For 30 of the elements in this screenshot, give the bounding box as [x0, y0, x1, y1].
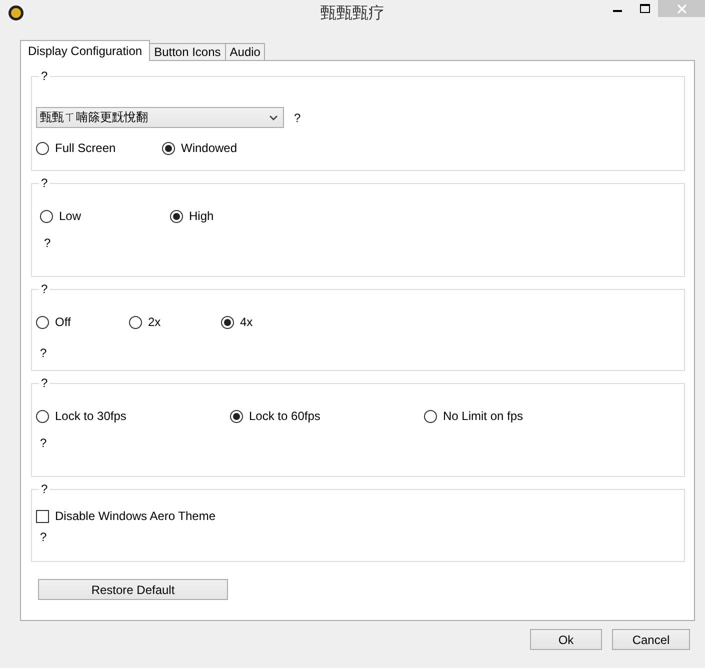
restore-default-button[interactable]: Restore Default — [38, 579, 228, 600]
group-title: ? — [39, 176, 50, 190]
radio-button[interactable]: 4x — [221, 315, 321, 329]
tab[interactable]: Audio — [224, 43, 266, 61]
help-text: ? — [40, 346, 48, 360]
window-title: 甄甄甄疗 — [320, 3, 384, 24]
checkbox[interactable]: Disable Windows Aero Theme — [36, 509, 236, 523]
cancel-button[interactable]: Cancel — [612, 629, 690, 650]
radio-button[interactable]: High — [170, 209, 270, 223]
radio-button[interactable]: Full Screen — [36, 141, 162, 155]
help-text: ? — [44, 236, 52, 250]
app-logo-icon — [8, 5, 24, 21]
radio-button[interactable]: No Limit on fps — [424, 409, 544, 423]
tab[interactable]: Display Configuration — [20, 40, 150, 61]
group-title: ? — [39, 282, 50, 296]
group-title: ? — [39, 69, 50, 83]
group-title: ? — [39, 482, 50, 496]
radio-button[interactable]: Windowed — [162, 141, 262, 155]
radio-button[interactable]: Lock to 30fps — [36, 409, 230, 423]
radio-button[interactable]: Low — [40, 209, 170, 223]
ok-button[interactable]: Ok — [530, 629, 602, 650]
radio-button[interactable]: Lock to 60fps — [230, 409, 424, 423]
help-text: ? — [40, 436, 48, 450]
radio-button[interactable]: 2x — [129, 315, 221, 329]
caret-icon — [269, 114, 278, 120]
dropdown[interactable]: 甄甄ㄒ喃篨更黖悅翻 — [36, 107, 284, 128]
group-title: ? — [39, 376, 50, 390]
help-text: ? — [40, 530, 48, 544]
help-text: ? — [294, 110, 301, 124]
radio-button[interactable]: Off — [36, 315, 129, 329]
